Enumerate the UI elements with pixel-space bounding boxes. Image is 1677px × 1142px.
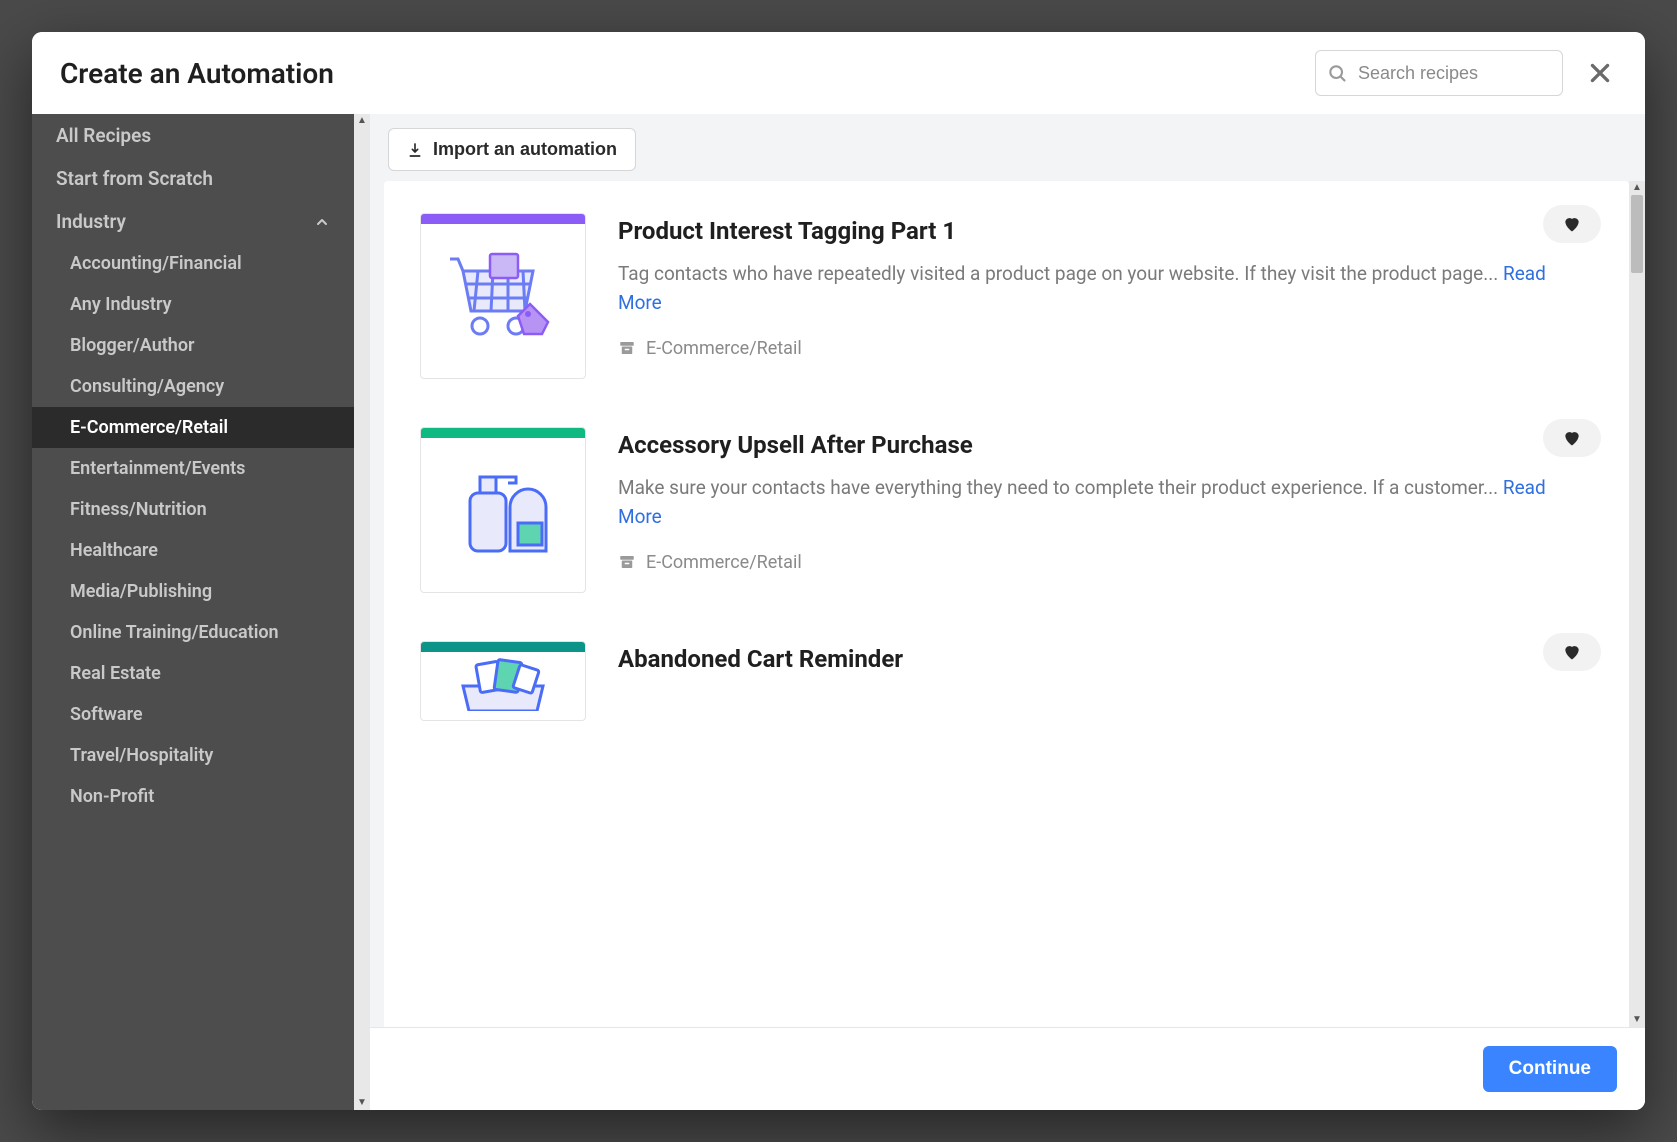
modal-footer: Continue [370, 1027, 1645, 1110]
recipe-description: Tag contacts who have repeatedly visited… [618, 259, 1593, 318]
favorite-button[interactable] [1543, 633, 1601, 671]
sidebar-group-label: Industry [56, 210, 126, 233]
sidebar-item-real-estate[interactable]: Real Estate [32, 653, 354, 694]
recipe-desc-text: Make sure your contacts have everything … [618, 476, 1503, 499]
bottles-icon [448, 455, 558, 565]
close-button[interactable] [1583, 56, 1617, 90]
recipe-list: Product Interest Tagging Part 1 Tag cont… [384, 181, 1629, 1027]
sidebar-item-label: Any Industry [70, 294, 172, 315]
shopping-cart-tag-icon [448, 246, 558, 346]
sidebar-item-label: Accounting/Financial [70, 253, 242, 274]
search-wrap [1315, 50, 1563, 96]
sidebar-item-label: Travel/Hospitality [70, 745, 213, 766]
sidebar-item-label: Consulting/Agency [70, 376, 224, 397]
recipe-title: Accessory Upsell After Purchase [618, 431, 1593, 459]
sidebar-item-e-commerce-retail[interactable]: E-Commerce/Retail [32, 407, 354, 448]
sidebar-item-label: Start from Scratch [56, 167, 213, 190]
header-controls [1315, 50, 1617, 96]
sidebar-item-accounting-financial[interactable]: Accounting/Financial [32, 243, 354, 284]
thumb-accent-bar [421, 214, 585, 224]
sidebar-item-label: All Recipes [56, 124, 151, 147]
import-label: Import an automation [433, 139, 617, 160]
create-automation-modal: Create an Automation All Recipes Start f… [32, 32, 1645, 1110]
recipe-content: Product Interest Tagging Part 1 Tag cont… [618, 213, 1593, 379]
recipe-card[interactable]: Accessory Upsell After Purchase Make sur… [384, 403, 1629, 617]
recipe-thumbnail [420, 213, 586, 379]
recipe-title: Abandoned Cart Reminder [618, 645, 1593, 673]
sidebar-item-label: Media/Publishing [70, 581, 212, 602]
close-icon [1587, 60, 1613, 86]
sidebar-scrollbar[interactable]: ▲ ▼ [354, 114, 370, 1110]
sidebar-item-label: Blogger/Author [70, 335, 195, 356]
recipe-scroll-region: Product Interest Tagging Part 1 Tag cont… [370, 181, 1645, 1027]
recipe-card[interactable]: Abandoned Cart Reminder [384, 617, 1629, 721]
modal-body: All Recipes Start from Scratch Industry … [32, 114, 1645, 1110]
recipe-content: Accessory Upsell After Purchase Make sur… [618, 427, 1593, 593]
scroll-up-icon: ▲ [354, 114, 370, 128]
sidebar-item-media-publishing[interactable]: Media/Publishing [32, 571, 354, 612]
sidebar-item-healthcare[interactable]: Healthcare [32, 530, 354, 571]
sidebar-item-all-recipes[interactable]: All Recipes [32, 114, 354, 157]
scroll-up-icon: ▲ [1629, 181, 1645, 195]
sidebar: All Recipes Start from Scratch Industry … [32, 114, 354, 1110]
archive-icon [618, 339, 636, 357]
sidebar-item-consulting-agency[interactable]: Consulting/Agency [32, 366, 354, 407]
sidebar-item-label: Healthcare [70, 540, 158, 561]
sidebar-item-any-industry[interactable]: Any Industry [32, 284, 354, 325]
recipe-scrollbar[interactable]: ▲ ▼ [1629, 181, 1645, 1027]
modal-title: Create an Automation [60, 57, 334, 90]
recipe-tag: E-Commerce/Retail [618, 552, 1593, 573]
scroll-down-icon: ▼ [1629, 1013, 1645, 1027]
heart-icon [1562, 428, 1582, 448]
sidebar-item-label: E-Commerce/Retail [70, 417, 228, 438]
recipe-tag-label: E-Commerce/Retail [646, 338, 802, 359]
thumb-accent-bar [421, 428, 585, 438]
import-automation-button[interactable]: Import an automation [388, 128, 636, 171]
sidebar-group-industry[interactable]: Industry [32, 200, 354, 243]
recipe-content: Abandoned Cart Reminder [618, 641, 1593, 721]
sidebar-item-label: Fitness/Nutrition [70, 499, 207, 520]
search-icon [1327, 63, 1347, 83]
recipe-description: Make sure your contacts have everything … [618, 473, 1593, 532]
main-panel: Import an automation [370, 114, 1645, 1110]
recipe-thumbnail [420, 427, 586, 593]
modal-header: Create an Automation [32, 32, 1645, 114]
sidebar-item-software[interactable]: Software [32, 694, 354, 735]
chevron-up-icon [314, 214, 330, 230]
sidebar-item-label: Online Training/Education [70, 622, 279, 643]
sidebar-item-blogger-author[interactable]: Blogger/Author [32, 325, 354, 366]
sidebar-item-fitness-nutrition[interactable]: Fitness/Nutrition [32, 489, 354, 530]
scrollbar-thumb[interactable] [1631, 195, 1643, 273]
search-input[interactable] [1315, 50, 1563, 96]
sidebar-item-label: Software [70, 704, 143, 725]
favorite-button[interactable] [1543, 205, 1601, 243]
cart-items-icon [448, 651, 558, 711]
sidebar-item-label: Real Estate [70, 663, 161, 684]
toolbar: Import an automation [370, 114, 1645, 181]
favorite-button[interactable] [1543, 419, 1601, 457]
sidebar-item-non-profit[interactable]: Non-Profit [32, 776, 354, 817]
heart-icon [1562, 642, 1582, 662]
sidebar-item-entertainment-events[interactable]: Entertainment/Events [32, 448, 354, 489]
sidebar-container: All Recipes Start from Scratch Industry … [32, 114, 370, 1110]
sidebar-item-start-from-scratch[interactable]: Start from Scratch [32, 157, 354, 200]
continue-button[interactable]: Continue [1483, 1046, 1617, 1092]
sidebar-item-online-training-education[interactable]: Online Training/Education [32, 612, 354, 653]
thumb-accent-bar [421, 642, 585, 652]
archive-icon [618, 553, 636, 571]
recipe-desc-text: Tag contacts who have repeatedly visited… [618, 262, 1503, 285]
recipe-tag-label: E-Commerce/Retail [646, 552, 802, 573]
recipe-title: Product Interest Tagging Part 1 [618, 217, 1593, 245]
download-icon [407, 142, 423, 158]
heart-icon [1562, 214, 1582, 234]
sidebar-item-travel-hospitality[interactable]: Travel/Hospitality [32, 735, 354, 776]
recipe-tag: E-Commerce/Retail [618, 338, 1593, 359]
scroll-down-icon: ▼ [354, 1096, 370, 1110]
sidebar-item-label: Entertainment/Events [70, 458, 245, 479]
recipe-thumbnail [420, 641, 586, 721]
recipe-card[interactable]: Product Interest Tagging Part 1 Tag cont… [384, 189, 1629, 403]
sidebar-item-label: Non-Profit [70, 786, 154, 807]
